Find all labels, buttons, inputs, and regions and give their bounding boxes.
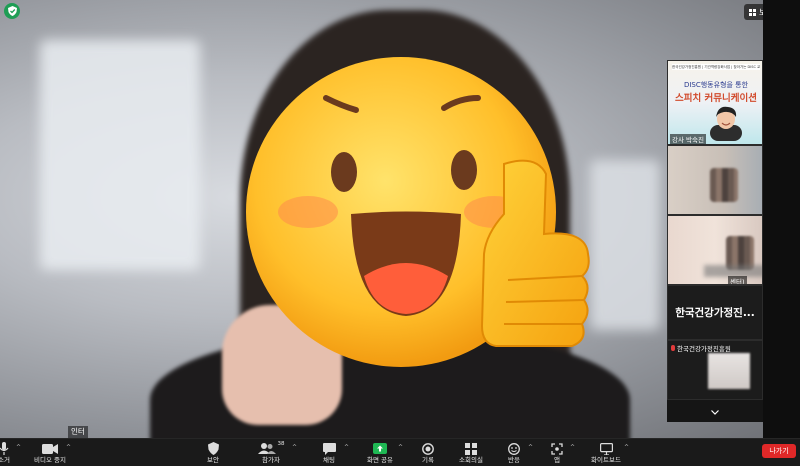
encryption-shield-icon[interactable] xyxy=(4,3,20,19)
mute-label: 소거 xyxy=(0,456,10,464)
participant-tile[interactable]: 한국건강가정진흥원 xyxy=(667,340,763,400)
chat-caret-icon[interactable]: ^ xyxy=(344,444,349,451)
share-screen-button[interactable]: 화면 공유 xyxy=(362,439,398,466)
participant-tile[interactable]: 센터) xyxy=(667,215,763,285)
reactions-button[interactable]: 반응 xyxy=(503,439,525,466)
video-options-caret-icon[interactable]: ^ xyxy=(66,444,71,451)
share-screen-icon xyxy=(373,441,387,456)
participant-tile[interactable] xyxy=(667,145,763,215)
leave-meeting-button[interactable]: 나가기 xyxy=(762,444,796,458)
chat-label: 채팅 xyxy=(323,456,335,464)
speaker-photo xyxy=(710,106,742,141)
smiley-icon xyxy=(508,441,520,456)
apps-label: 앱 xyxy=(554,456,560,464)
participant-filmstrip: 한국건강가정진흥원 | 기관역량강화사업 | 찾아가는 DISC 교육 DISC… xyxy=(667,60,763,422)
emoji-cheek-left xyxy=(278,196,338,228)
breakout-rooms-label: 소회의실 xyxy=(459,456,483,464)
participants-icon: 38 xyxy=(257,441,285,456)
security-label: 보안 xyxy=(207,456,219,464)
whiteboard-icon xyxy=(599,441,613,456)
record-label: 기록 xyxy=(422,456,434,464)
record-icon xyxy=(422,441,434,456)
participant-name-tag: 센터) xyxy=(728,276,747,285)
breakout-rooms-icon xyxy=(465,441,477,456)
microphone-icon xyxy=(0,441,9,456)
filmstrip-scroll-down-chevron-icon[interactable] xyxy=(667,405,763,419)
speaker-name-tag: 강사 박숙진 xyxy=(670,134,706,144)
reactions-caret-icon[interactable]: ^ xyxy=(528,444,533,451)
emoji-eye-right xyxy=(451,150,477,190)
muted-mic-icon xyxy=(671,345,675,351)
thumbs-up-emoji-sticker xyxy=(246,57,590,367)
background-window xyxy=(40,40,200,270)
speaker-slide-subtitle: DISC행동유형을 통한 xyxy=(683,81,749,89)
participant-tile-video-off[interactable]: 한국건강가정진... xyxy=(667,285,763,340)
grid-view-icon xyxy=(749,8,756,16)
whiteboard-button[interactable]: 화이트보드 xyxy=(588,439,624,466)
participant-name-tag: 한국건강가정진흥원 xyxy=(671,343,731,353)
zoom-meeting-window: 보기 인터 한국건강가정진흥원 | 기관역량강화사업 | 찾아가는 DISC 교… xyxy=(0,0,800,466)
chat-button[interactable]: 채팅 xyxy=(318,439,340,466)
participant-video-blurred xyxy=(708,353,750,389)
breakout-rooms-button[interactable]: 소회의실 xyxy=(455,439,487,466)
stop-video-label: 비디오 중지 xyxy=(34,456,66,464)
apps-caret-icon[interactable]: ^ xyxy=(570,444,575,451)
background-window xyxy=(590,160,660,330)
share-caret-icon[interactable]: ^ xyxy=(398,444,403,451)
participant-count: 38 xyxy=(277,441,285,447)
main-participant-name-tag: 인터 xyxy=(68,426,88,438)
mute-button[interactable]: 소거 xyxy=(0,439,14,466)
record-button[interactable]: 기록 xyxy=(418,439,438,466)
participants-button[interactable]: 38 참가자 xyxy=(256,439,286,466)
share-screen-label: 화면 공유 xyxy=(367,456,393,464)
emoji-eye-left xyxy=(331,152,357,192)
shield-icon xyxy=(207,441,219,456)
whiteboard-label: 화이트보드 xyxy=(591,456,621,464)
security-button[interactable]: 보안 xyxy=(202,439,224,466)
meeting-toolbar: 소거 ^ 비디오 중지 ^ 보안 38 참가자 ^ 채팅 ^ 화면 공유 ^ 기… xyxy=(0,438,800,466)
participants-caret-icon[interactable]: ^ xyxy=(292,444,297,451)
participant-name-text: 한국건강가정진흥원 xyxy=(677,345,731,353)
video-camera-icon xyxy=(42,441,58,456)
participant-display-name: 한국건강가정진... xyxy=(675,307,755,319)
apps-icon xyxy=(551,441,563,456)
audio-options-caret-icon[interactable]: ^ xyxy=(16,444,21,451)
panel-edge-background xyxy=(763,0,800,438)
participant-tile-speaker[interactable]: 한국건강가정진흥원 | 기관역량강화사업 | 찾아가는 DISC 교육 DISC… xyxy=(667,60,763,145)
whiteboard-caret-icon[interactable]: ^ xyxy=(624,444,629,451)
chat-bubble-icon xyxy=(322,441,336,456)
participants-label: 참가자 xyxy=(262,456,280,464)
pixelated-face xyxy=(710,168,738,202)
reactions-label: 반응 xyxy=(508,456,520,464)
speaker-slide-header: 한국건강가정진흥원 | 기관역량강화사업 | 찾아가는 DISC 교육 xyxy=(672,64,760,70)
apps-button[interactable]: 앱 xyxy=(548,439,566,466)
